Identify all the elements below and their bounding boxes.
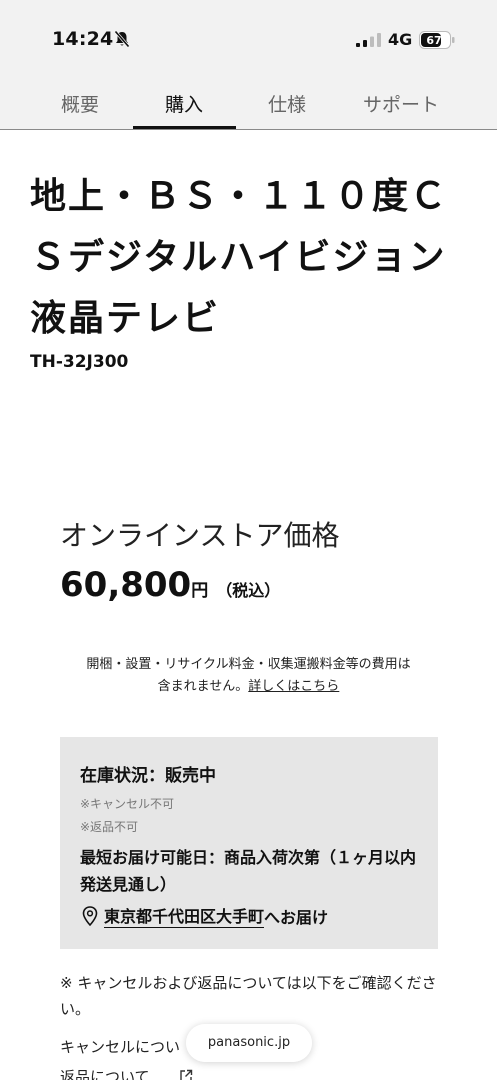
stock-status: 在庫状況：販売中 — [80, 766, 216, 786]
fee-details-link[interactable]: 詳しくはこちら — [248, 679, 339, 694]
tab-purchase[interactable]: 購入 — [165, 90, 203, 117]
stock-info-box: 在庫状況：販売中 ※キャンセル不可 ※返品不可 最短お届け可能日：商品入荷次第（… — [60, 737, 438, 949]
map-pin-icon — [82, 905, 98, 926]
no-return-note: ※返品不可 — [80, 820, 139, 834]
browser-url-pill[interactable]: panasonic.jp — [186, 1024, 312, 1062]
fee-note-line: 含まれません。詳しくはこちら — [30, 676, 467, 698]
tab-support[interactable]: サポート — [363, 90, 439, 117]
status-bar: 14:24 4G 67 — [0, 0, 497, 72]
external-link-icon — [180, 1069, 193, 1080]
signal-icon — [356, 33, 381, 47]
active-tab-indicator — [133, 126, 236, 129]
product-title-line: Ｓデジタルハイビジョン — [30, 237, 447, 278]
price-value: 60,800 — [60, 565, 192, 605]
model-number: TH-32J300 — [30, 352, 129, 372]
network-type: 4G — [388, 30, 413, 49]
price-tax-note: （税込） — [216, 581, 281, 600]
fee-note-text: 含まれません。 — [157, 679, 249, 694]
delivery-location: 東京都千代田区大手町へお届け — [82, 903, 328, 928]
no-cancel-note: ※キャンセル不可 — [80, 797, 175, 811]
tab-overview[interactable]: 概要 — [61, 90, 99, 117]
cancel-policy-link[interactable]: キャンセルについ — [60, 1036, 180, 1057]
battery-level: 67 — [426, 34, 441, 47]
delivery-date: 最短お届け可能日：商品入荷次第（１ヶ月以内発送見通し） — [80, 848, 417, 894]
delivery-location-link[interactable]: 東京都千代田区大手町 — [104, 903, 265, 928]
bell-muted-icon — [114, 30, 130, 48]
return-policy-link[interactable]: 返品について — [60, 1066, 150, 1080]
product-tab-bar: 概要 購入 仕様 サポート — [0, 72, 497, 130]
price: 60,800円 （税込） — [60, 565, 280, 605]
delivery-location-suffix: へお届け — [264, 907, 329, 927]
fee-note: 開梱・設置・リサイクル料金・収集運搬料金等の費用は 含まれません。詳しくはこちら — [30, 654, 467, 698]
battery-icon: 67 — [419, 31, 455, 49]
cancel-return-note: ※ キャンセルおよび返品については以下をご確認ください。 — [60, 974, 437, 1018]
fee-note-line: 開梱・設置・リサイクル料金・収集運搬料金等の費用は — [86, 657, 411, 672]
price-label: オンラインストア価格 — [60, 519, 340, 552]
price-unit: 円 — [191, 581, 209, 601]
status-time: 14:24 — [52, 28, 114, 50]
product-title-line: 地上・ＢＳ・１１０度Ｃ — [30, 176, 449, 217]
product-title: 地上・ＢＳ・１１０度Ｃ Ｓデジタルハイビジョン 液晶テレビ — [30, 166, 475, 349]
tab-specs[interactable]: 仕様 — [268, 90, 306, 117]
product-title-line: 液晶テレビ — [30, 298, 221, 339]
